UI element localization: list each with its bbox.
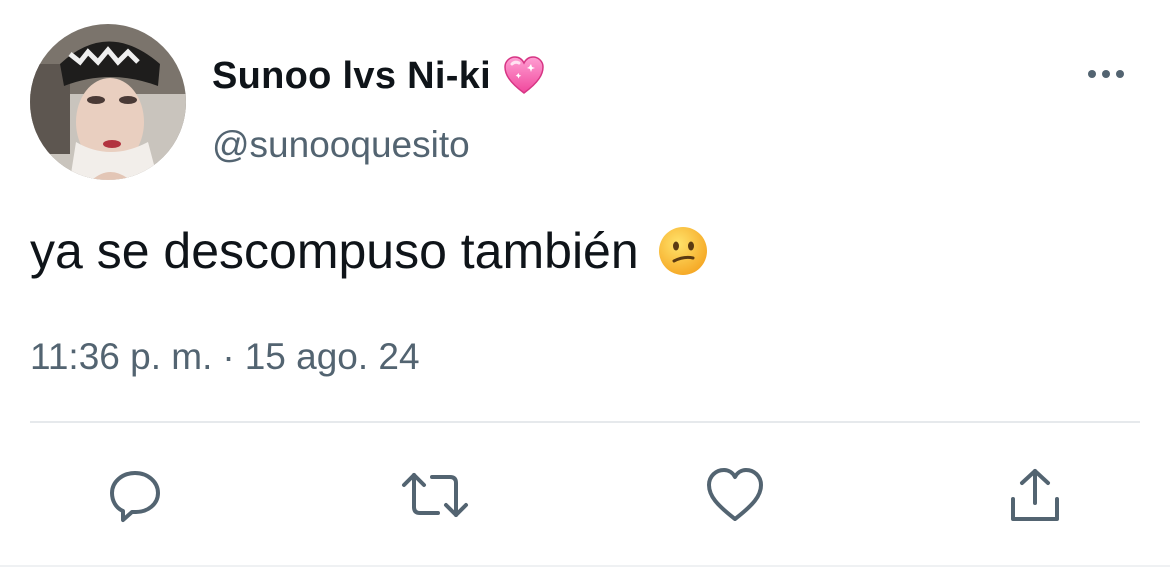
reply-icon xyxy=(110,471,160,522)
action-bar xyxy=(0,460,1170,530)
retweet-button[interactable] xyxy=(400,460,470,530)
bottom-divider xyxy=(0,565,1170,567)
avatar[interactable] xyxy=(30,24,186,180)
tweet-text: ya se descompuso también xyxy=(30,223,639,279)
reply-button[interactable] xyxy=(100,460,170,530)
more-icon xyxy=(1088,70,1124,78)
display-name-row[interactable]: Sunoo lvs Ni-ki xyxy=(212,52,545,100)
timestamp-separator: · xyxy=(222,336,235,377)
user-handle[interactable]: @sunooquesito xyxy=(212,124,470,166)
like-button[interactable] xyxy=(700,460,770,530)
display-name[interactable]: Sunoo lvs Ni-ki xyxy=(212,55,491,98)
tweet-card: Sunoo lvs Ni-ki @sunooquesito ya se desc… xyxy=(0,0,1170,585)
tweet-text-row: ya se descompuso también xyxy=(30,222,709,280)
timestamp[interactable]: 11:36 p. m. · 15 ago. 24 xyxy=(30,336,420,378)
divider xyxy=(30,421,1140,423)
heart-icon xyxy=(707,468,763,521)
tweet-date: 15 ago. 24 xyxy=(244,336,420,377)
more-options-button[interactable] xyxy=(1084,60,1128,88)
tweet-time: 11:36 p. m. xyxy=(30,336,213,377)
retweet-icon xyxy=(402,473,468,517)
pink-heart-icon xyxy=(503,55,545,97)
share-icon xyxy=(1011,469,1059,521)
neutral-face-icon xyxy=(657,225,709,277)
share-button[interactable] xyxy=(1000,460,1070,530)
